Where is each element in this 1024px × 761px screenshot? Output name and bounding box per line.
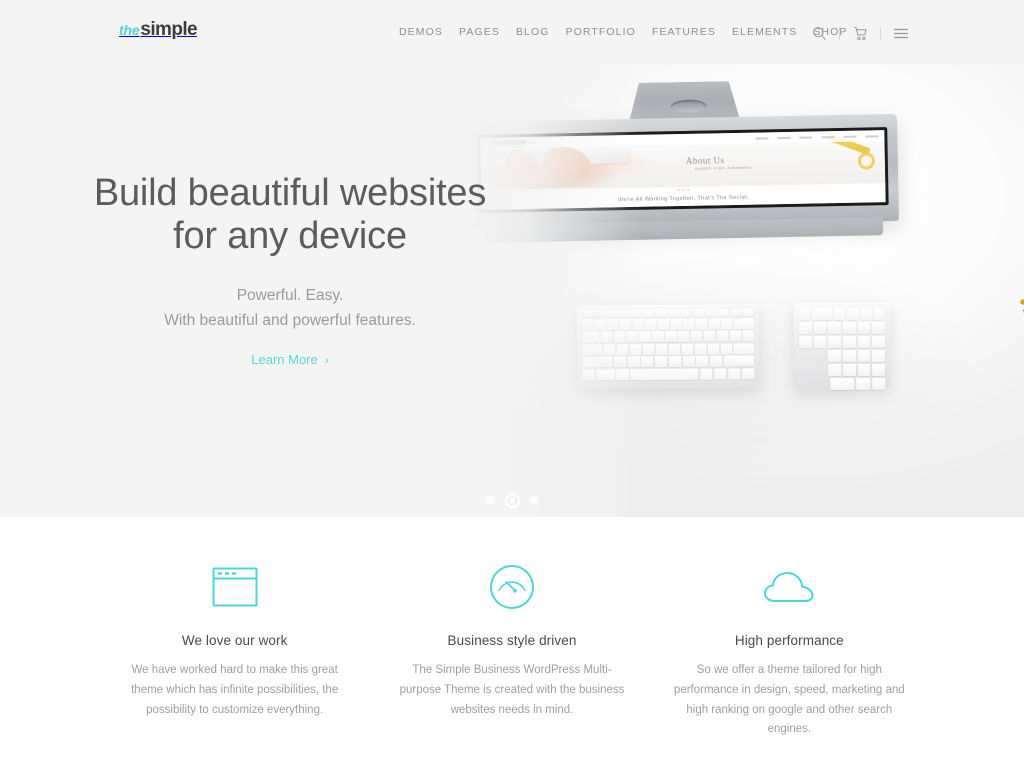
nav-item-features[interactable]: FEATURES: [652, 26, 732, 38]
hero-subtitle: Powerful. Easy. With beautiful and power…: [0, 283, 580, 333]
nav-item-elements[interactable]: ELEMENTS: [732, 26, 813, 38]
hero-section: About Us A passion. A style. A masterpie…: [0, 0, 1024, 517]
feature-title: We love our work: [181, 633, 288, 648]
feature-title: Business style driven: [447, 633, 577, 648]
site-header: the simple DEMOS PAGES BLOG PORTFOLIO FE…: [0, 0, 1024, 64]
hero-text-block: Build beautiful websites for any device …: [0, 172, 580, 369]
hero-title-line-1: Build beautiful websites: [93, 172, 487, 214]
slider-dot-3[interactable]: [529, 496, 539, 505]
feature-title: High performance: [734, 633, 844, 648]
header-icon-group: [806, 22, 914, 44]
feature-card-we-love-our-work: We love our work We have worked hard to …: [96, 563, 373, 761]
chevron-right-icon: ›: [324, 352, 329, 367]
speedometer-gauge-icon: [393, 563, 630, 611]
learn-more-link[interactable]: Learn More ›: [251, 352, 328, 367]
feature-description: The Simple Business WordPress Multi-purp…: [399, 664, 625, 716]
learn-more-label: Learn More: [251, 352, 318, 368]
hero-title-line-2: for any device: [173, 214, 407, 257]
page-root: About Us A passion. A style. A masterpie…: [0, 0, 1024, 761]
features-section: We love our work We have worked hard to …: [0, 517, 1024, 761]
logo-name: simple: [140, 19, 197, 40]
search-icon[interactable]: [806, 22, 832, 44]
header-divider-1: [839, 26, 840, 40]
screen-heading: About Us: [685, 155, 725, 166]
hamburger-menu-icon[interactable]: [888, 22, 914, 44]
slider-dot-2[interactable]: [504, 493, 520, 508]
cart-icon[interactable]: [847, 22, 873, 44]
feature-card-high-performance: High performance So we offer a theme tai…: [651, 563, 928, 761]
nav-item-portfolio[interactable]: PORTFOLIO: [566, 26, 652, 38]
slider-dot-1[interactable]: [485, 496, 495, 505]
feature-description: So we offer a theme tailored for high pe…: [673, 664, 905, 736]
main-navigation: DEMOS PAGES BLOG PORTFOLIO FEATURES ELEM…: [399, 26, 864, 38]
hero-title: Build beautiful websites for any device: [0, 172, 580, 258]
nav-item-pages[interactable]: PAGES: [459, 26, 516, 38]
nav-item-blog[interactable]: BLOG: [516, 26, 566, 38]
feature-description: We have worked hard to make this great t…: [131, 664, 339, 716]
site-logo[interactable]: the simple: [119, 19, 198, 40]
browser-window-icon: [116, 563, 353, 611]
hero-subtitle-line-1: Powerful. Easy.: [236, 286, 344, 304]
feature-card-business-style-driven: Business style driven The Simple Busines…: [373, 563, 650, 761]
numeric-keypad: [793, 302, 891, 391]
logo-prefix: the: [119, 22, 140, 38]
cloud-icon: [671, 563, 908, 611]
header-divider-2: [880, 26, 881, 40]
slider-pagination: [0, 493, 1024, 508]
nav-item-demos[interactable]: DEMOS: [399, 26, 459, 38]
hero-subtitle-line-2: With beautiful and powerful features.: [164, 311, 416, 329]
